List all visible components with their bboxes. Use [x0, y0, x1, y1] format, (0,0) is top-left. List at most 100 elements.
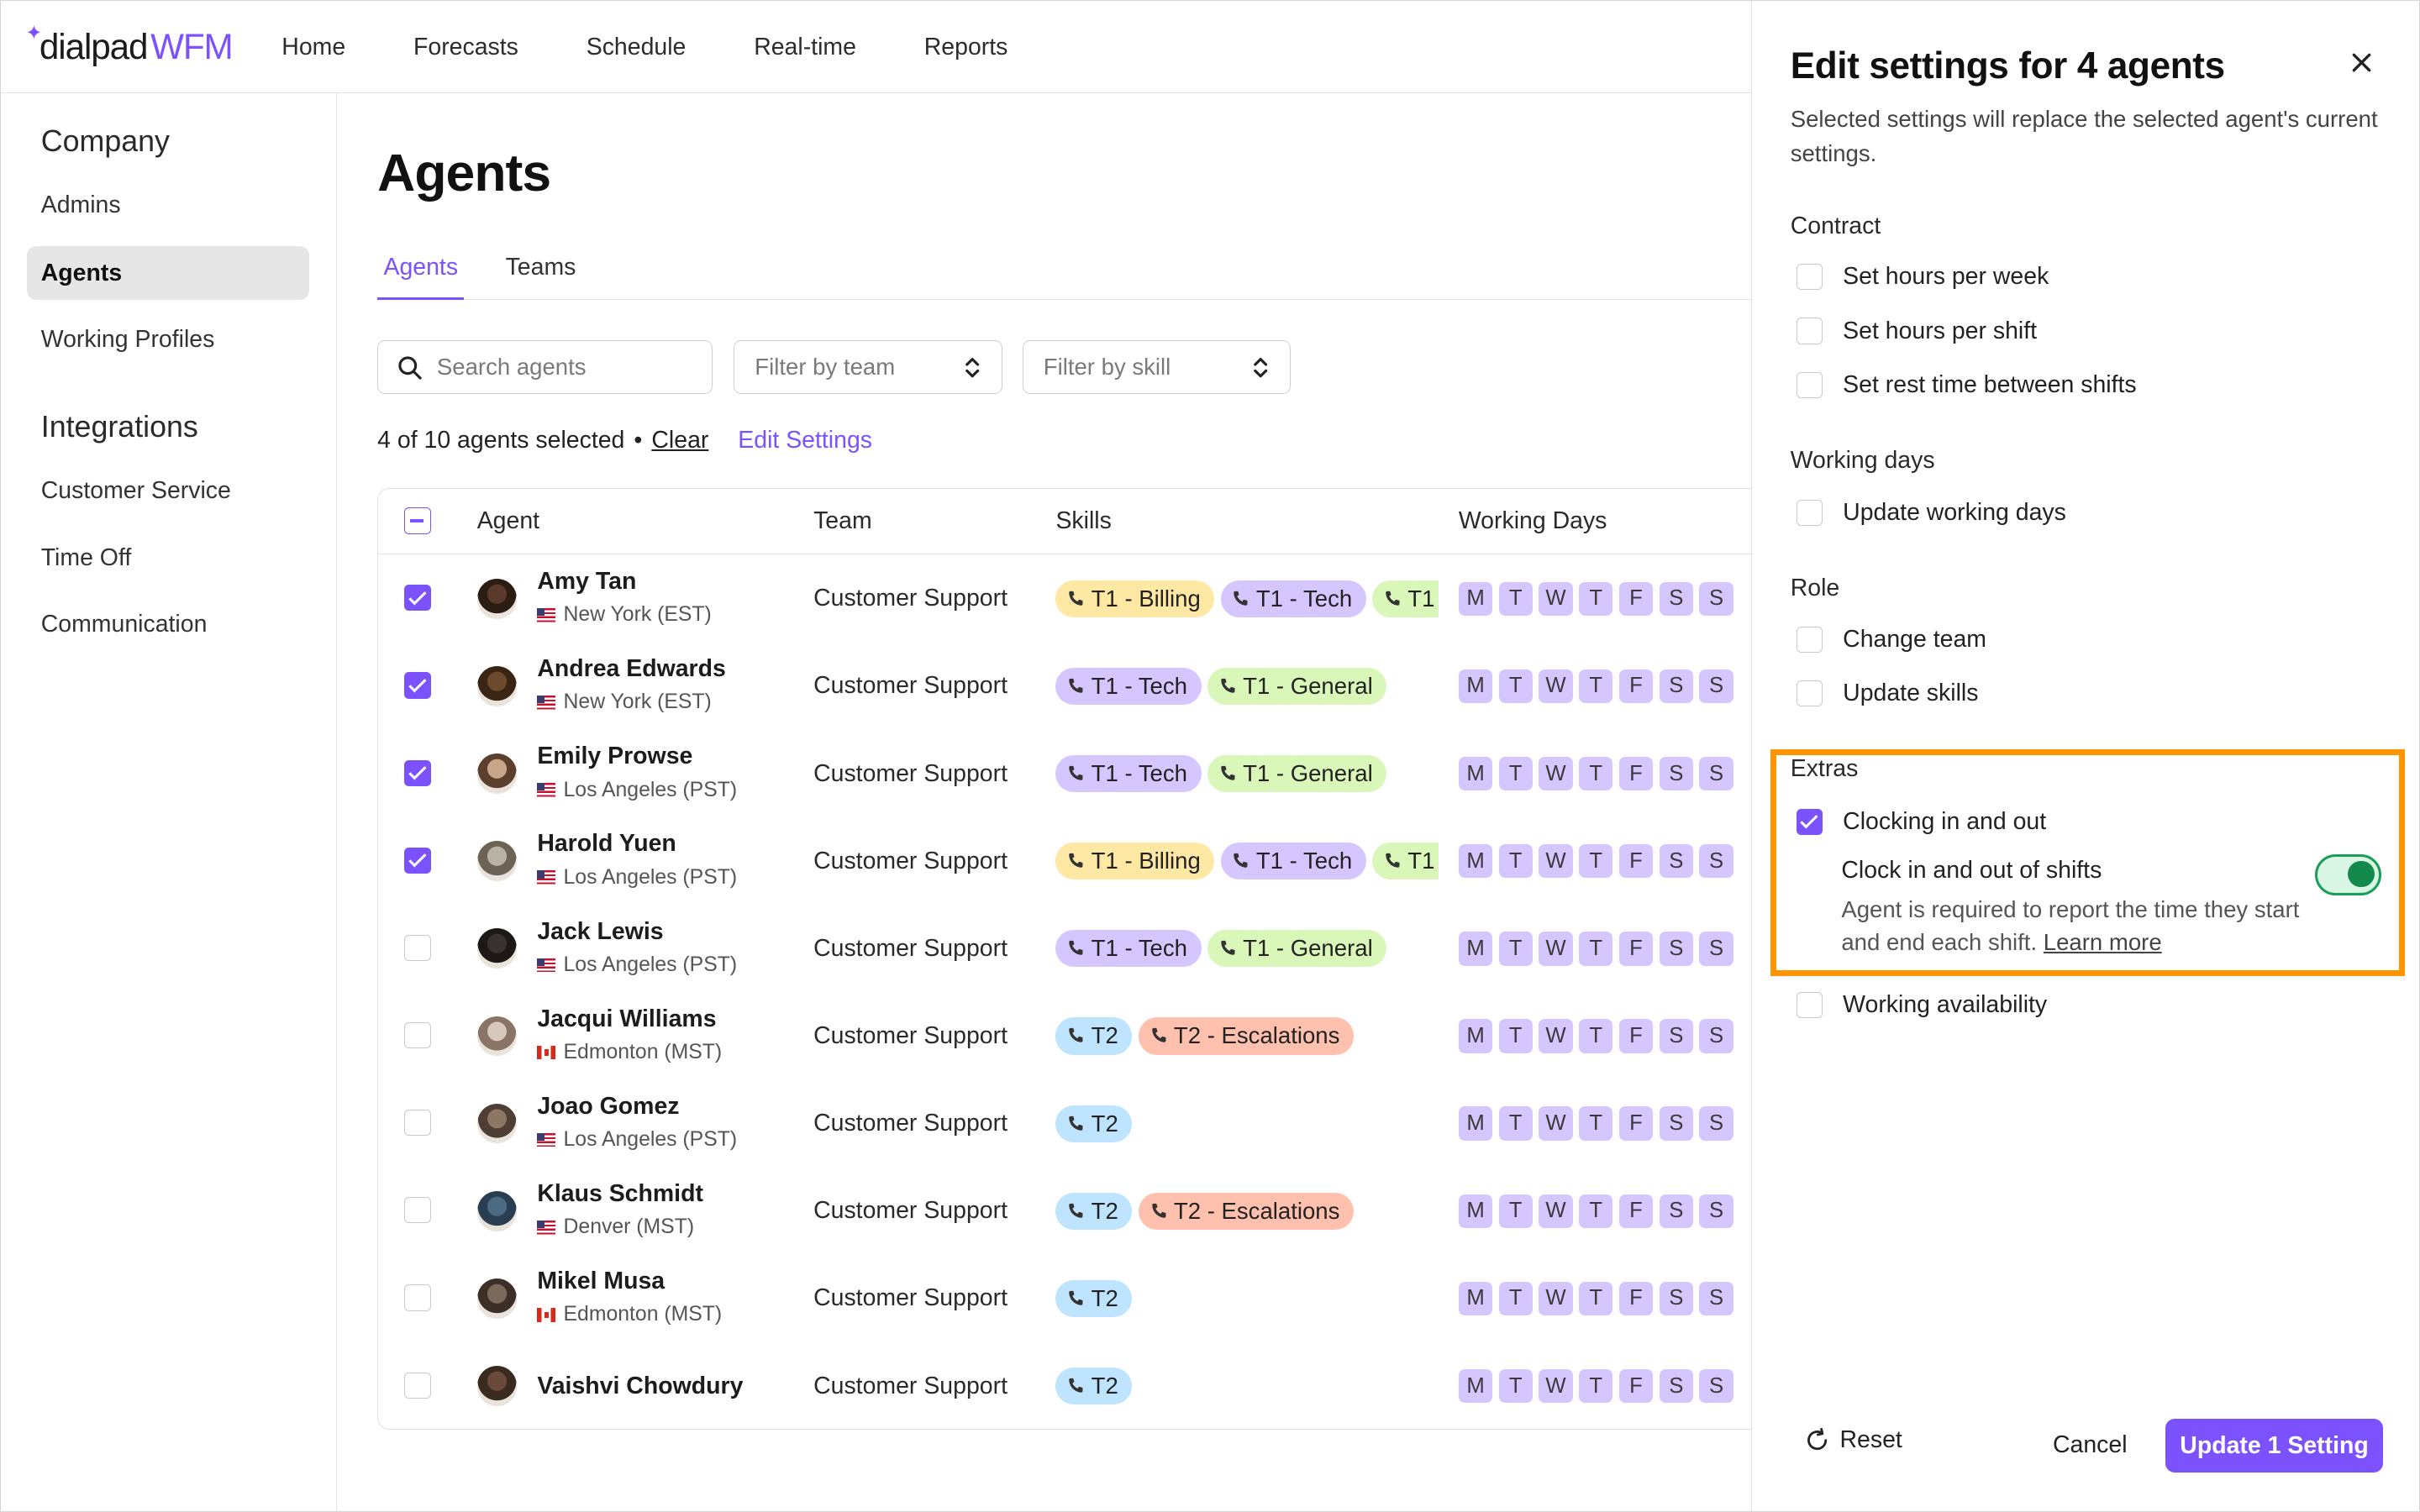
table-row[interactable]: Andrea Edwards New York (EST) Customer Sup… — [378, 643, 1765, 731]
skill-chip[interactable]: T2 - Escalations — [1138, 1017, 1354, 1055]
sidebar-item-agents[interactable]: Agents — [27, 246, 310, 301]
checkbox[interactable] — [1797, 626, 1823, 653]
select-all-checkbox[interactable] — [404, 507, 431, 534]
update-setting-button[interactable]: Update 1 Setting — [2165, 1418, 2384, 1473]
reset-button[interactable]: Reset — [1804, 1426, 1902, 1454]
row-checkbox[interactable] — [404, 672, 431, 699]
agent-name[interactable]: Mikel Musa — [537, 1268, 665, 1295]
skill-chip[interactable]: T1 - Tech — [1055, 755, 1202, 793]
day-badge: W — [1539, 1194, 1573, 1228]
skill-chip[interactable]: T1 - General — [1372, 580, 1439, 617]
skill-chip[interactable]: T2 - Escalations — [1138, 1192, 1354, 1230]
table-row[interactable]: Harold Yuen Los Angeles (PST) Customer Sup… — [378, 818, 1765, 906]
filter-skill-select[interactable]: Filter by skill — [1022, 340, 1292, 395]
agent-name[interactable]: Andrea Edwards — [537, 655, 726, 683]
table-row[interactable]: Jack Lewis Los Angeles (PST) Customer Supp… — [378, 906, 1765, 994]
skill-chip[interactable]: T2 — [1055, 1017, 1133, 1055]
skill-chip[interactable]: T2 — [1055, 1192, 1133, 1230]
row-checkbox[interactable] — [404, 759, 431, 786]
agent-name[interactable]: Amy Tan — [537, 568, 636, 596]
option-change-team[interactable]: Change team — [1797, 624, 1986, 655]
checkbox[interactable] — [1797, 500, 1823, 527]
skill-chip[interactable]: T1 - Billing — [1055, 843, 1215, 880]
option-rest-time[interactable]: Set rest time between shifts — [1797, 370, 2137, 401]
row-checkbox[interactable] — [404, 1284, 431, 1311]
table-row[interactable]: Joao Gomez Los Angeles (PST) Customer Supp… — [378, 1080, 1765, 1168]
option-working-availability[interactable]: Working availability — [1797, 990, 2047, 1021]
skill-chip[interactable]: T1 - General — [1207, 667, 1387, 705]
option-hours-per-week[interactable]: Set hours per week — [1797, 261, 2049, 292]
logo-product: WFM — [150, 27, 234, 67]
nav-forecasts[interactable]: Forecasts — [413, 34, 518, 61]
skill-chip[interactable]: T1 - General — [1207, 755, 1387, 793]
skill-chip[interactable]: T1 - Tech — [1055, 930, 1202, 968]
table-row[interactable]: Mikel Musa Edmonton (MST) Customer Support… — [378, 1255, 1765, 1343]
learn-more-link[interactable]: Learn more — [2044, 929, 2162, 955]
dialpad-wfm-logo[interactable]: ✦ dialpad WFM — [25, 22, 234, 71]
filter-team-select[interactable]: Filter by team — [734, 340, 1002, 395]
option-clocking-in-out[interactable]: Clocking in and out — [1797, 806, 2046, 837]
row-checkbox[interactable] — [404, 1021, 431, 1049]
sidebar-item-customer-service[interactable]: Customer Service — [27, 464, 309, 517]
sidebar-item-admins[interactable]: Admins — [27, 178, 309, 232]
clear-selection-link[interactable]: Clear — [651, 427, 708, 454]
table-row[interactable]: Jacqui Williams Edmonton (MST) Customer Su… — [378, 993, 1765, 1081]
day-badge: M — [1458, 932, 1493, 966]
row-checkbox[interactable] — [404, 847, 431, 874]
row-checkbox[interactable] — [404, 1372, 431, 1399]
row-checkbox[interactable] — [404, 1110, 431, 1137]
nav-schedule[interactable]: Schedule — [587, 34, 687, 61]
skill-chip[interactable]: T1 - General — [1207, 930, 1387, 968]
option-update-working-days[interactable]: Update working days — [1797, 497, 2066, 528]
skill-chip[interactable]: T1 - General — [1372, 843, 1439, 880]
clock-toggle-switch[interactable] — [2315, 853, 2382, 896]
table-row[interactable]: Emily Prowse Los Angeles (PST) Customer Su… — [378, 731, 1765, 819]
row-checkbox[interactable] — [404, 934, 431, 962]
agent-name[interactable]: Jacqui Williams — [537, 1005, 716, 1033]
checkbox[interactable] — [1797, 680, 1823, 707]
row-checkbox[interactable] — [404, 1197, 431, 1224]
agent-name[interactable]: Jack Lewis — [537, 918, 663, 946]
table-row[interactable]: Vaishvi Chowdury Customer Support T2 M T W T F S… — [378, 1343, 1765, 1429]
agent-name[interactable]: Joao Gomez — [537, 1093, 679, 1121]
edit-settings-button[interactable]: Edit Settings — [738, 427, 872, 454]
option-update-skills[interactable]: Update skills — [1797, 678, 1978, 709]
skill-chip[interactable]: T2 — [1055, 1105, 1133, 1142]
skill-chip[interactable]: T1 - Tech — [1220, 843, 1366, 880]
skill-chip[interactable]: T1 - Tech — [1055, 667, 1202, 705]
cancel-button[interactable]: Cancel — [2053, 1431, 2128, 1459]
table-row[interactable]: Amy Tan New York (EST) Customer Support T1 … — [378, 555, 1765, 643]
agent-name[interactable]: Emily Prowse — [537, 743, 692, 770]
sidebar-item-communication[interactable]: Communication — [27, 598, 309, 652]
skill-chip[interactable]: T1 - Tech — [1220, 580, 1366, 617]
agent-name[interactable]: Vaishvi Chowdury — [537, 1373, 743, 1400]
column-team[interactable]: Team — [813, 507, 872, 535]
tab-agents[interactable]: Agents — [377, 254, 465, 301]
column-working-days[interactable]: Working Days — [1459, 507, 1607, 535]
skill-chip[interactable]: T2 — [1055, 1367, 1133, 1405]
column-agent[interactable]: Agent — [477, 507, 539, 535]
skills-cell: T2 — [1055, 1105, 1439, 1142]
nav-home[interactable]: Home — [281, 34, 345, 61]
close-icon[interactable] — [2348, 49, 2375, 76]
skill-chip[interactable]: T1 - Billing — [1055, 580, 1215, 617]
search-input[interactable] — [436, 354, 669, 381]
search-box[interactable] — [377, 340, 713, 395]
nav-real-time[interactable]: Real-time — [754, 34, 856, 61]
agent-name[interactable]: Klaus Schmidt — [537, 1180, 703, 1208]
checkbox[interactable] — [1797, 371, 1823, 398]
nav-reports[interactable]: Reports — [924, 34, 1008, 61]
row-checkbox[interactable] — [404, 585, 431, 612]
sidebar-item-working-profiles[interactable]: Working Profiles — [27, 312, 309, 366]
tab-teams[interactable]: Teams — [499, 254, 582, 300]
skill-chip[interactable]: T2 — [1055, 1279, 1133, 1317]
checkbox[interactable] — [1797, 264, 1823, 291]
checkbox[interactable] — [1797, 992, 1823, 1019]
checkbox[interactable] — [1797, 318, 1823, 344]
checkbox-checked[interactable] — [1797, 808, 1823, 835]
option-hours-per-shift[interactable]: Set hours per shift — [1797, 316, 2037, 347]
table-row[interactable]: Klaus Schmidt Denver (MST) Customer Suppor… — [378, 1168, 1765, 1256]
column-skills[interactable]: Skills — [1055, 507, 1111, 535]
sidebar-item-time-off[interactable]: Time Off — [27, 532, 309, 585]
agent-name[interactable]: Harold Yuen — [537, 830, 676, 858]
